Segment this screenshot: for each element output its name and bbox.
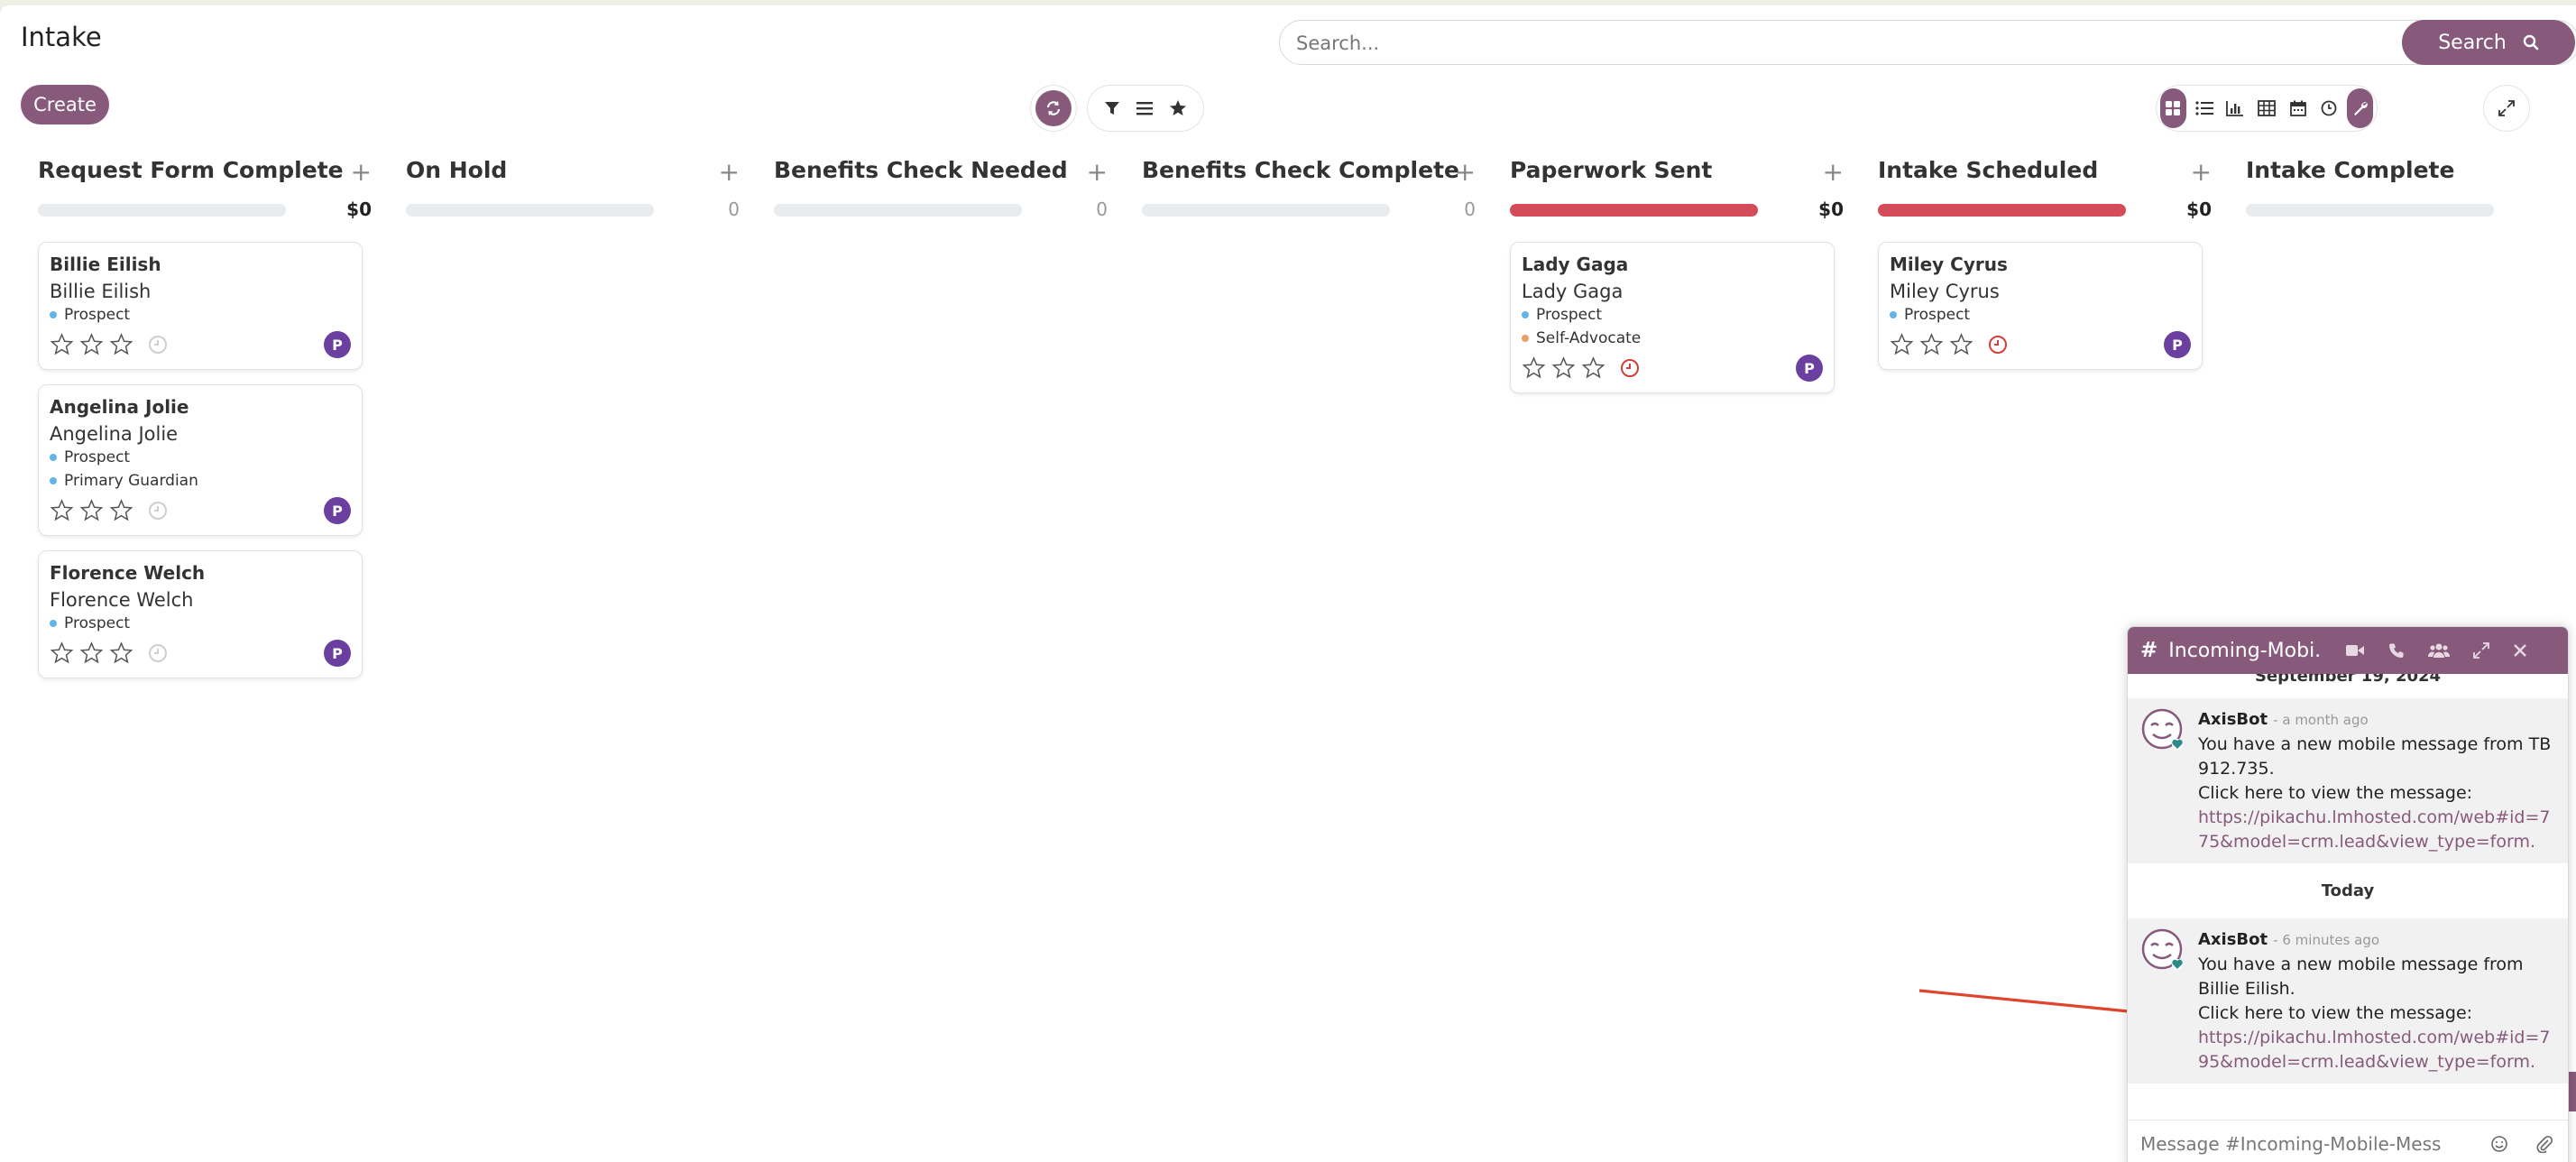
chat-message: AxisBot - a month ago You have a new mob… — [2128, 698, 2568, 863]
chat-header[interactable]: # Incoming-Mobi... — [2128, 627, 2568, 674]
chat-message: AxisBot - 6 minutes ago You have a new m… — [2128, 918, 2568, 1084]
date-separator: Today — [2321, 881, 2375, 900]
message-line: You have a new mobile message from Billi… — [2198, 954, 2524, 999]
message-time: - a month ago — [2273, 712, 2369, 728]
chat-header-actions — [2345, 642, 2527, 659]
message-input[interactable] — [2140, 1132, 2465, 1155]
bot-avatar — [2140, 707, 2185, 752]
channel-hash: # — [2140, 639, 2158, 662]
message-line: You have a new mobile message from TB 91… — [2198, 734, 2552, 779]
chat-window: # Incoming-Mobi... September 19, 2024 Ax… — [2127, 626, 2569, 1162]
message-content: AxisBot - a month ago You have a new mob… — [2198, 707, 2555, 854]
chat-title[interactable]: Incoming-Mobi... — [2168, 640, 2322, 662]
bot-avatar — [2140, 927, 2185, 973]
attachment-icon[interactable] — [2535, 1135, 2553, 1153]
message-link[interactable]: https://pikachu.lmhosted.com/web#id=795&… — [2198, 1026, 2555, 1074]
message-content: AxisBot - 6 minutes ago You have a new m… — [2198, 927, 2555, 1074]
members-icon[interactable] — [2428, 642, 2451, 659]
message-line: Click here to view the message: — [2198, 783, 2473, 803]
emoji-icon[interactable] — [2490, 1135, 2508, 1153]
expand-chat-icon[interactable] — [2473, 642, 2490, 659]
chat-composer — [2128, 1120, 2568, 1162]
video-call-icon[interactable] — [2345, 643, 2365, 658]
message-author[interactable]: AxisBot — [2198, 710, 2268, 729]
message-line: Click here to view the message: — [2198, 1003, 2473, 1023]
app-window: Intake Search Create — [0, 5, 2576, 1162]
close-icon[interactable] — [2513, 643, 2527, 658]
phone-icon[interactable] — [2388, 642, 2405, 659]
chat-thread[interactable]: September 19, 2024 AxisBot - a month ago… — [2128, 674, 2568, 1107]
message-time: - 6 minutes ago — [2273, 932, 2380, 948]
message-link[interactable]: https://pikachu.lmhosted.com/web#id=775&… — [2198, 806, 2555, 854]
date-separator: September 19, 2024 — [2254, 674, 2442, 686]
message-author[interactable]: AxisBot — [2198, 930, 2268, 949]
